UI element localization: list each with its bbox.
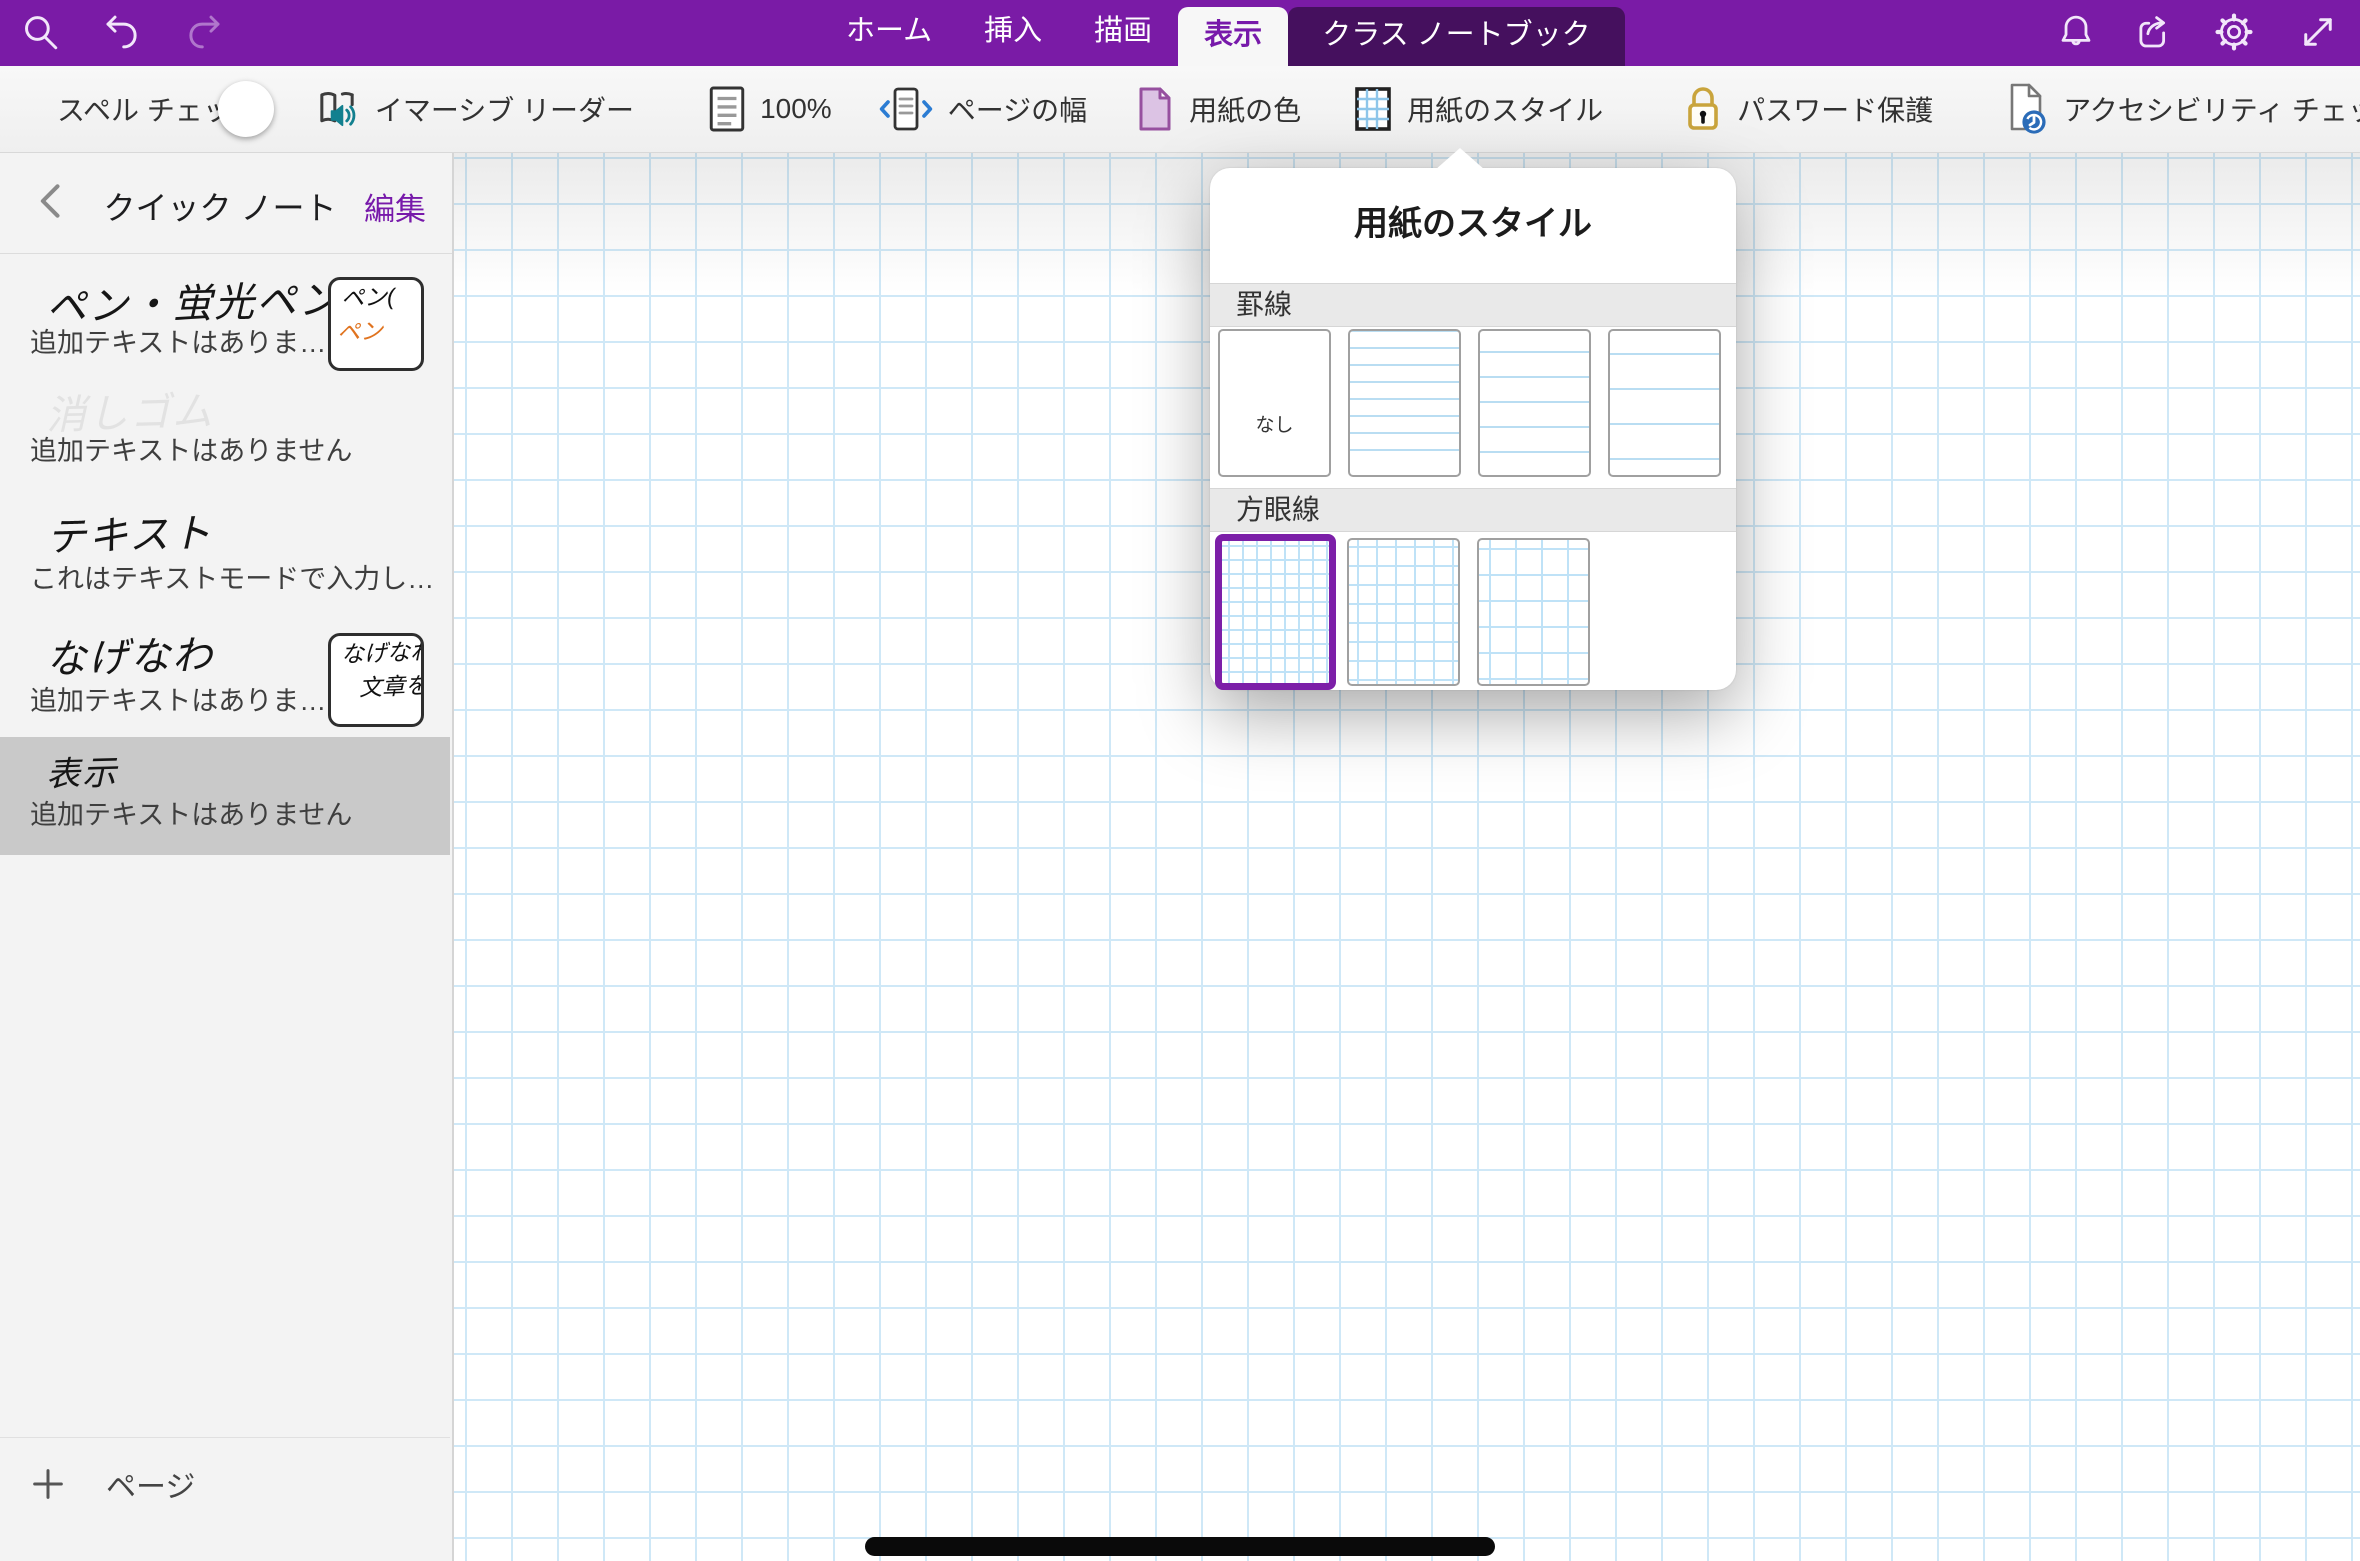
undo-icon[interactable] [98, 8, 146, 56]
grid-options-row [1218, 534, 1590, 690]
paper-style-label: 用紙のスタイル [1407, 89, 1603, 129]
ruled-options-row: なし [1218, 329, 1721, 477]
thumbnail-ink-line: ペン [330, 312, 421, 349]
thumbnail-ink-line: ペン( [330, 278, 421, 315]
popover-arrow [1435, 148, 1485, 170]
page-width-button[interactable]: ページの幅 [876, 83, 1087, 135]
paper-option-ruled-medium[interactable] [1478, 329, 1591, 477]
immersive-reader-label: イマーシブ リーダー [375, 89, 634, 129]
paper-style-icon [1351, 83, 1395, 135]
fullscreen-expand-icon[interactable] [2294, 8, 2342, 56]
password-protect-button[interactable]: パスワード保護 [1681, 82, 1933, 136]
zoom-level-label: 100% [760, 93, 832, 125]
password-protect-label: パスワード保護 [1737, 89, 1933, 129]
page-title-handwriting: 表示 [45, 745, 118, 796]
toggle-knob [218, 81, 274, 137]
page-subtitle: これはテキストモードで入力し… [30, 557, 434, 596]
page-list-item[interactable]: テキスト これはテキストモードで入力し… [0, 501, 450, 623]
page-subtitle: 追加テキストはありません [30, 429, 352, 468]
immersive-reader-icon [311, 83, 363, 135]
page-title-handwriting: なげなわ [45, 623, 214, 685]
section-header-ruled: 罫線 [1210, 283, 1736, 327]
redo-icon[interactable] [180, 8, 228, 56]
page-width-icon [876, 83, 936, 135]
page-list-item[interactable]: ペン・蛍光ペン 追加テキストはありま… ペン( ペン [0, 261, 450, 383]
home-indicator[interactable] [865, 1537, 1495, 1556]
tab-view[interactable]: 表示 [1178, 7, 1288, 66]
zoom-level-button[interactable]: 100% [706, 83, 832, 135]
top-app-bar: ホーム 挿入 描画 表示 クラス ノートブック [0, 0, 2360, 66]
accessibility-check-icon [2003, 81, 2051, 137]
tab-home[interactable]: ホーム [820, 0, 958, 66]
sidebar-footer: ページ [0, 1437, 450, 1561]
paper-option-grid-medium[interactable] [1347, 538, 1460, 686]
page-subtitle: 追加テキストはありま… [30, 679, 326, 718]
page-title-handwriting: テキスト [45, 501, 213, 563]
option-label: なし [1255, 410, 1293, 437]
bell-icon[interactable] [2052, 8, 2100, 56]
page-list-sidebar: クイック ノート 編集 ペン・蛍光ペン 追加テキストはありま… ペン( ペン 消… [0, 153, 454, 1561]
accessibility-check-button[interactable]: アクセシビリティ チェック [2003, 81, 2360, 137]
paper-style-button[interactable]: 用紙のスタイル [1351, 83, 1603, 135]
paper-option-grid-large[interactable] [1477, 538, 1590, 686]
tab-class-notebook[interactable]: クラス ノートブック [1288, 7, 1624, 66]
thumbnail-ink-line: なげなわ [330, 634, 421, 671]
settings-gear-icon[interactable] [2210, 8, 2258, 56]
share-icon[interactable] [2130, 8, 2178, 56]
ribbon-tab-bar: ホーム 挿入 描画 表示 クラス ノートブック [820, 0, 1625, 66]
add-page-button[interactable]: ページ [28, 1462, 195, 1506]
add-page-label: ページ [106, 1462, 195, 1506]
view-ribbon-toolbar: スペル チェック イマーシブ リーダー [0, 66, 2360, 153]
notebook-section-title: クイック ノート [100, 183, 340, 229]
back-chevron-icon[interactable] [30, 179, 74, 227]
section-header-grid: 方眼線 [1210, 488, 1736, 532]
paper-color-label: 用紙の色 [1189, 89, 1301, 129]
sidebar-header: クイック ノート 編集 [0, 153, 452, 254]
edit-pages-link[interactable]: 編集 [364, 184, 426, 229]
tab-draw[interactable]: 描画 [1068, 0, 1178, 66]
paper-option-ruled-wide[interactable] [1608, 329, 1721, 477]
popover-title: 用紙のスタイル [1210, 196, 1736, 245]
paper-color-button[interactable]: 用紙の色 [1133, 83, 1301, 135]
tab-insert[interactable]: 挿入 [958, 0, 1068, 66]
paper-style-popover: 用紙のスタイル 罫線 なし 方眼線 [1210, 168, 1736, 690]
page-list-item-selected[interactable]: 表示 追加テキストはありません [0, 737, 450, 855]
page-thumbnail: なげなわ 文章を [328, 633, 424, 727]
plus-icon [28, 1464, 68, 1504]
paper-color-icon [1133, 83, 1177, 135]
page-list-item[interactable]: なげなわ 追加テキストはありま… なげなわ 文章を [0, 619, 450, 741]
page-list-item[interactable]: 消しゴム 追加テキストはありません [0, 383, 450, 505]
lock-icon [1681, 82, 1725, 136]
page-subtitle: 追加テキストはありま… [30, 321, 326, 360]
page-subtitle: 追加テキストはありません [30, 793, 352, 832]
accessibility-check-label: アクセシビリティ チェック [2063, 89, 2360, 129]
thumbnail-ink-line: 文章を [330, 668, 421, 705]
page-width-label: ページの幅 [948, 89, 1087, 129]
onenote-app-window: ホーム 挿入 描画 表示 クラス ノートブック [0, 0, 2360, 1561]
page-thumbnail: ペン( ペン [328, 277, 424, 371]
paper-option-grid-small-selected[interactable] [1215, 534, 1336, 690]
paper-option-none[interactable]: なし [1218, 329, 1331, 477]
immersive-reader-button[interactable]: イマーシブ リーダー [311, 83, 634, 135]
zoom-document-icon [706, 83, 748, 135]
search-icon[interactable] [16, 8, 64, 56]
paper-option-ruled-narrow[interactable] [1348, 329, 1461, 477]
